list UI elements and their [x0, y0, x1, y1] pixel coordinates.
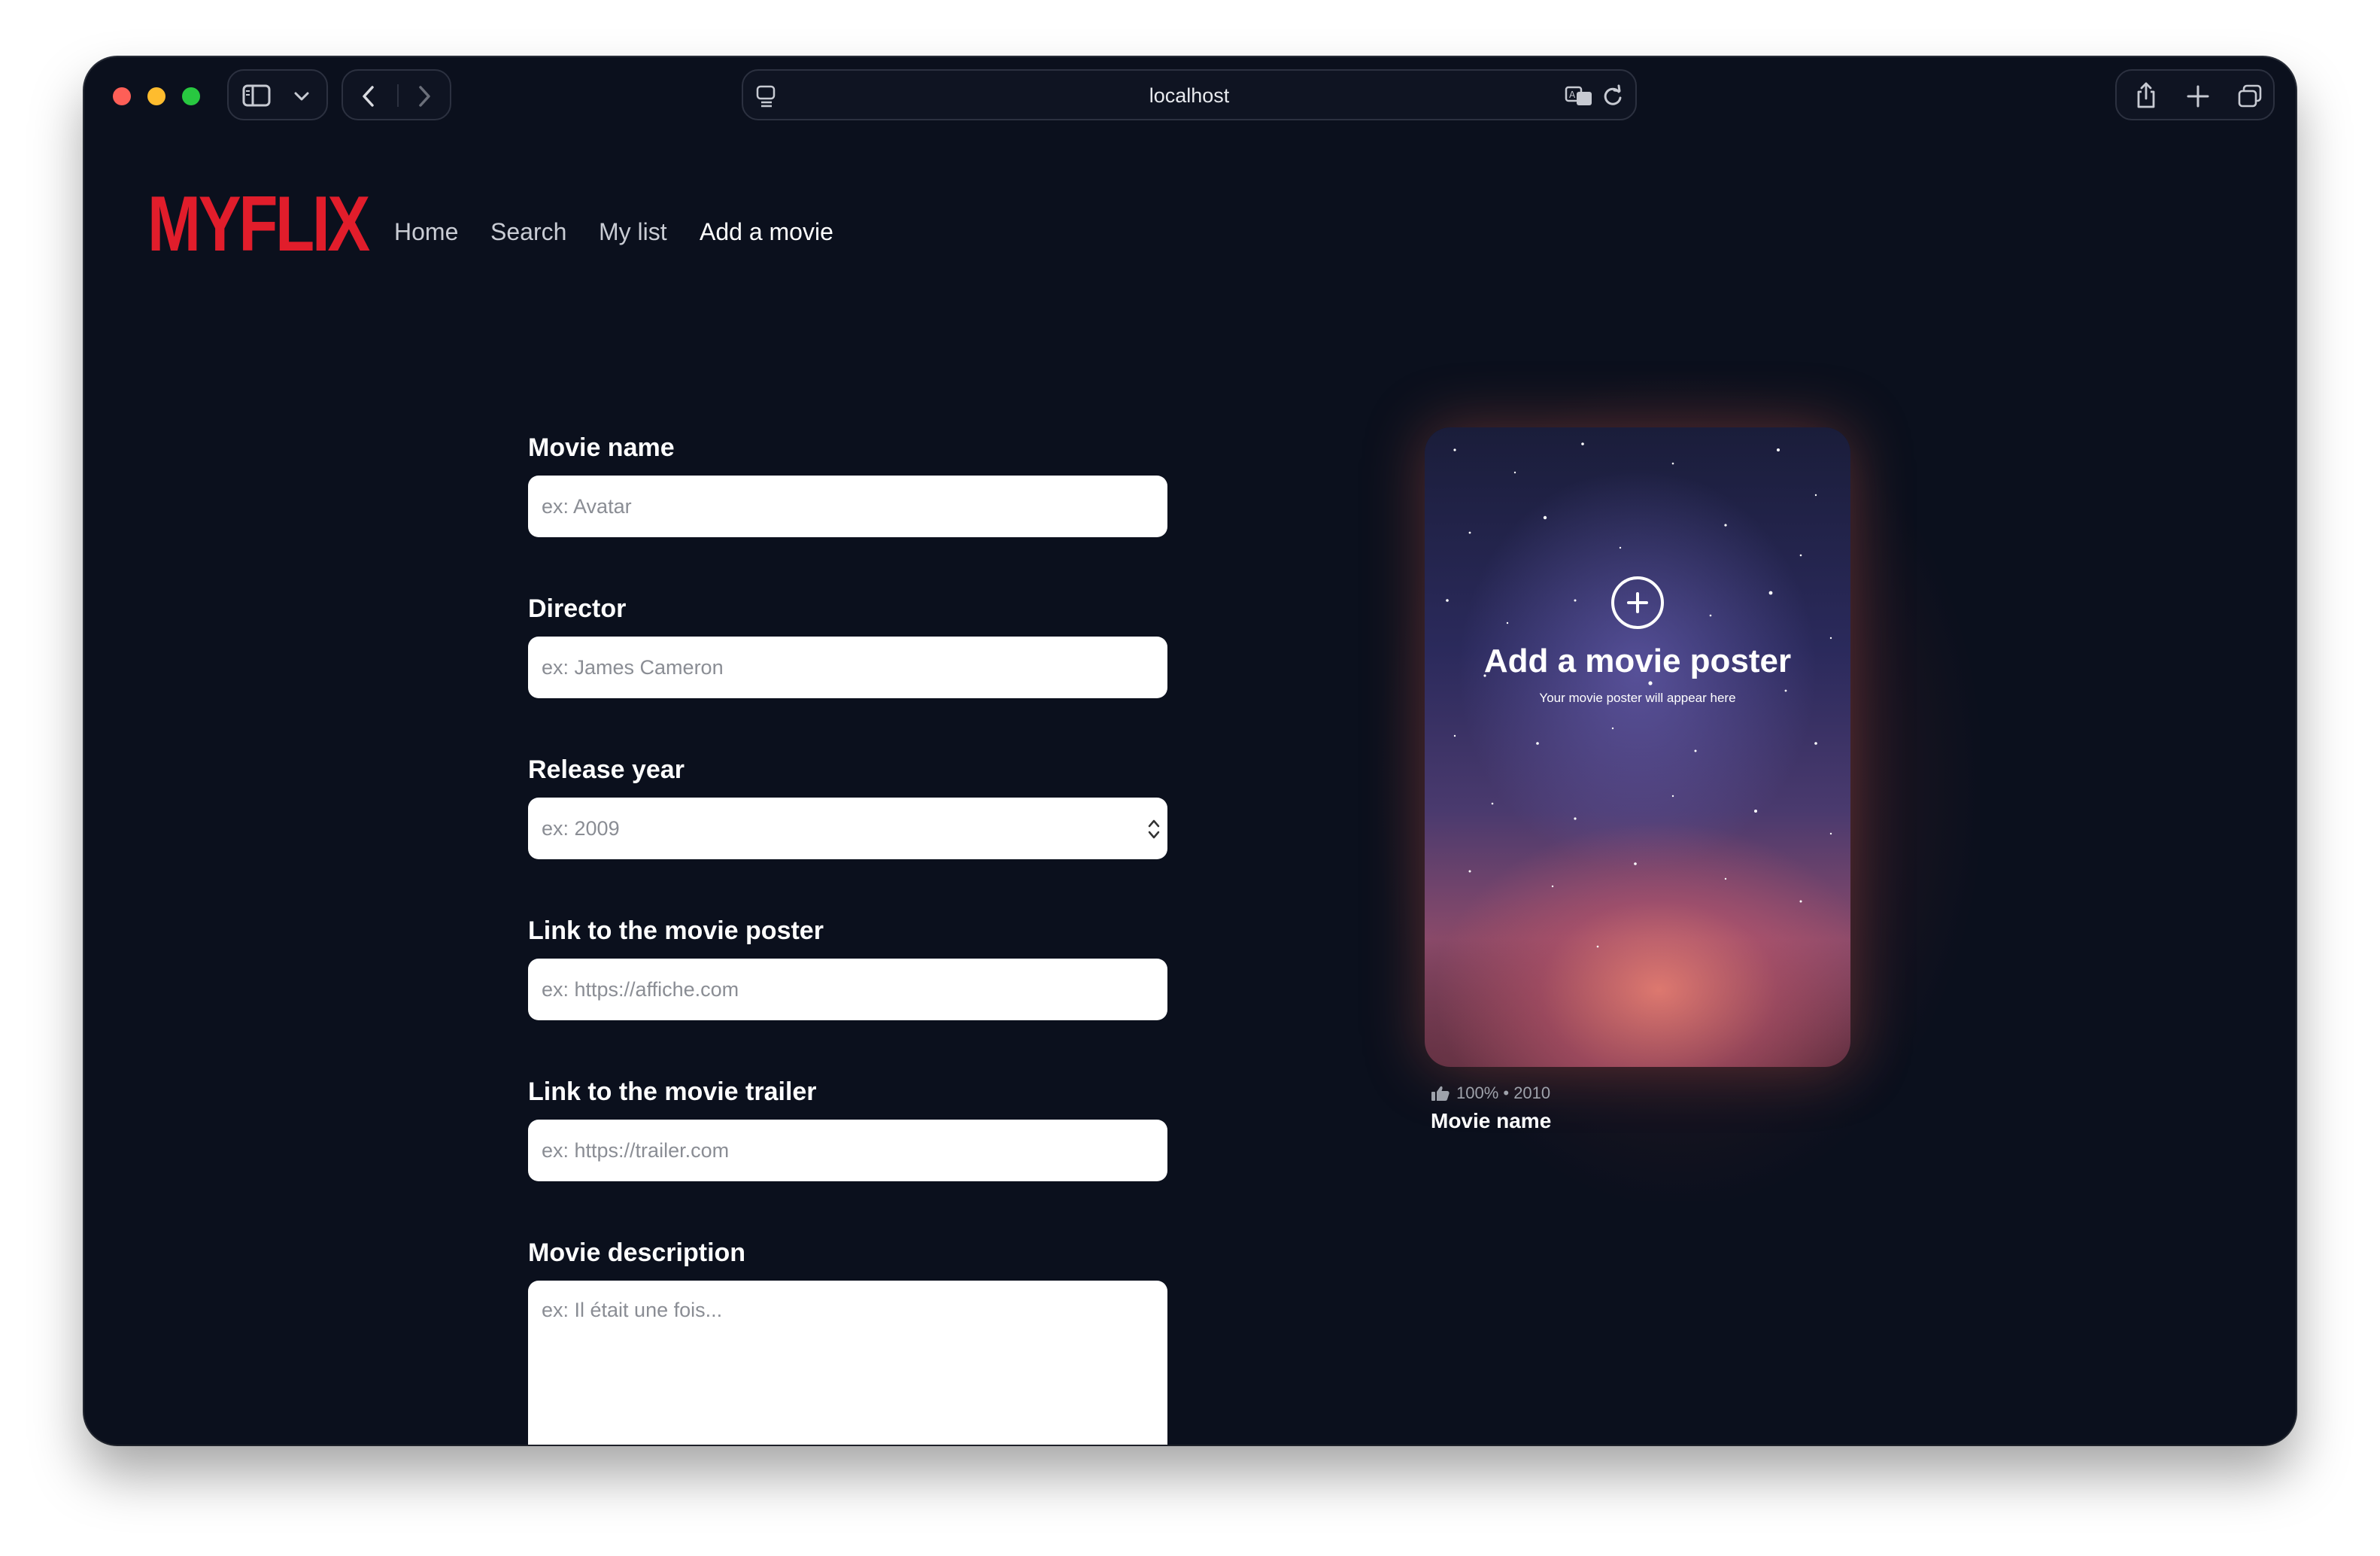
- description-label: Movie description: [528, 1238, 746, 1267]
- svg-text:A: A: [1569, 90, 1576, 100]
- maximize-window-button[interactable]: [182, 87, 200, 105]
- translate-icon[interactable]: A: [1565, 84, 1595, 108]
- thumbs-up-icon: [1431, 1086, 1450, 1101]
- share-icon[interactable]: [2135, 81, 2157, 110]
- movie-meta-text: 100% • 2010: [1456, 1083, 1551, 1102]
- tabs-overview-icon[interactable]: [2237, 84, 2263, 108]
- window-actions-group: [2115, 69, 2275, 120]
- add-poster-icon[interactable]: [1611, 576, 1664, 629]
- movie-name-label: Movie name: [528, 433, 675, 462]
- poster-link-label: Link to the movie poster: [528, 916, 824, 945]
- divider: [397, 84, 399, 107]
- myflix-logo[interactable]: MYFLIX: [147, 185, 370, 263]
- year-stepper-icon[interactable]: [1146, 817, 1161, 841]
- starfield-background: [1446, 442, 1832, 948]
- forward-icon[interactable]: [415, 84, 433, 108]
- trailer-link-label: Link to the movie trailer: [528, 1077, 817, 1106]
- director-label: Director: [528, 594, 627, 623]
- nav-add-movie[interactable]: Add a movie: [700, 218, 833, 246]
- poster-placeholder-title: Add a movie poster: [1483, 643, 1792, 679]
- nav-home[interactable]: Home: [394, 218, 458, 246]
- history-nav-group: [342, 69, 451, 120]
- plus-icon[interactable]: [2186, 84, 2210, 108]
- description-textarea[interactable]: [528, 1281, 1167, 1445]
- poster-link-input[interactable]: [528, 959, 1167, 1020]
- movie-meta: 100% • 2010: [1431, 1083, 1550, 1103]
- close-window-button[interactable]: [113, 87, 131, 105]
- url-text[interactable]: localhost: [743, 84, 1635, 108]
- poster-placeholder-subtitle: Your movie poster will appear here: [1539, 691, 1736, 705]
- sidebar-toggle-group[interactable]: [227, 69, 328, 120]
- address-bar[interactable]: localhost A: [742, 69, 1637, 120]
- reload-icon[interactable]: [1601, 84, 1625, 108]
- preview-movie-name: Movie name: [1431, 1109, 1552, 1132]
- back-icon[interactable]: [360, 84, 378, 108]
- director-input[interactable]: [528, 637, 1167, 698]
- browser-toolbar: localhost A: [84, 57, 2296, 132]
- sidebar-icon[interactable]: [242, 84, 271, 107]
- nav-search[interactable]: Search: [490, 218, 566, 246]
- chevron-down-icon[interactable]: [293, 90, 310, 102]
- release-year-input[interactable]: [528, 798, 1167, 859]
- trailer-link-input[interactable]: [528, 1120, 1167, 1181]
- minimize-window-button[interactable]: [147, 87, 165, 105]
- nav-my-list[interactable]: My list: [599, 218, 667, 246]
- release-year-label: Release year: [528, 755, 685, 784]
- browser-window: localhost A MYFLIX Home Search My list A…: [84, 57, 2296, 1445]
- movie-name-input[interactable]: [528, 476, 1167, 537]
- poster-preview-card[interactable]: Add a movie poster Your movie poster wil…: [1425, 427, 1850, 1067]
